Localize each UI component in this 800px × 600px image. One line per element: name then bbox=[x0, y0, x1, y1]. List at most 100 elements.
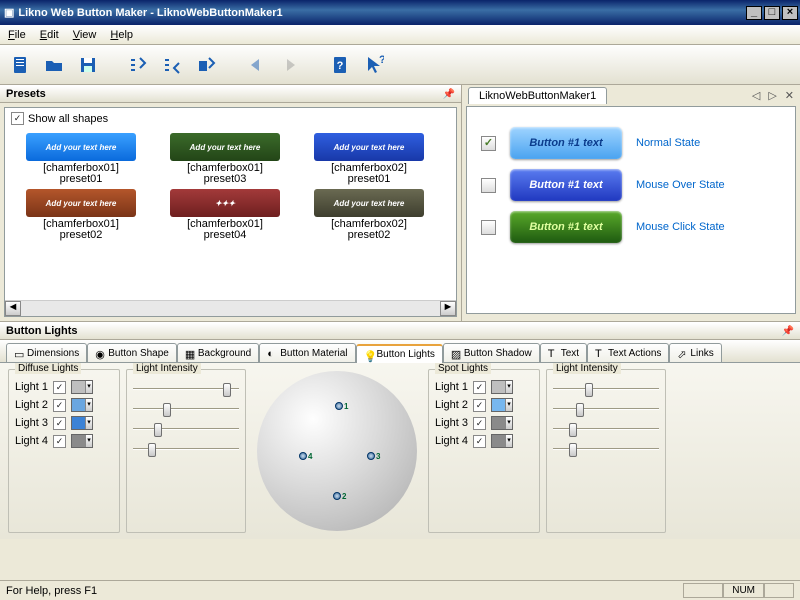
state-checkbox[interactable] bbox=[481, 220, 496, 235]
prev-doc-icon[interactable]: ◁ bbox=[752, 89, 760, 102]
back-icon[interactable] bbox=[242, 51, 270, 79]
state-preview-button[interactable]: Button #1 text bbox=[510, 211, 622, 243]
next-doc-icon[interactable]: ▷ bbox=[768, 89, 776, 102]
intensity-slider[interactable] bbox=[133, 382, 239, 396]
menu-help[interactable]: Help bbox=[110, 29, 133, 41]
light-checkbox[interactable] bbox=[53, 435, 66, 448]
new-icon[interactable] bbox=[6, 51, 34, 79]
preset-item[interactable]: Add your text here [chamferbox01]preset0… bbox=[11, 133, 151, 185]
maximize-button[interactable]: □ bbox=[764, 6, 780, 20]
intensity-slider[interactable] bbox=[553, 382, 659, 396]
state-row: Button #1 text Mouse Over State bbox=[481, 169, 781, 201]
light-marker-4[interactable]: 4 bbox=[299, 449, 315, 463]
dropdown-icon[interactable]: ▾ bbox=[85, 417, 92, 429]
intensity-slider[interactable] bbox=[133, 442, 239, 456]
state-preview-button[interactable]: Button #1 text bbox=[510, 169, 622, 201]
pin-icon[interactable]: 📌 bbox=[782, 326, 794, 337]
help-pointer-icon[interactable]: ? bbox=[360, 51, 388, 79]
preset-item[interactable]: Add your text here [chamferbox01]preset0… bbox=[155, 133, 295, 185]
open-icon[interactable] bbox=[40, 51, 68, 79]
light-row: Light 4 ▾ bbox=[435, 434, 533, 448]
light-color-swatch[interactable]: ▾ bbox=[71, 398, 93, 412]
tab-links[interactable]: ⬀Links bbox=[669, 343, 721, 362]
minimize-button[interactable]: _ bbox=[746, 6, 762, 20]
close-button[interactable]: × bbox=[782, 6, 798, 20]
tab-button-material[interactable]: ◐Button Material bbox=[259, 343, 355, 362]
scroll-left-icon[interactable]: ◄ bbox=[5, 301, 21, 316]
tab-icon: ▨ bbox=[451, 348, 461, 358]
status-help: For Help, press F1 bbox=[6, 585, 97, 597]
dropdown-icon[interactable]: ▾ bbox=[505, 381, 512, 393]
light-marker-3[interactable]: 3 bbox=[367, 449, 383, 463]
state-checkbox[interactable] bbox=[481, 136, 496, 151]
intensity-slider[interactable] bbox=[553, 422, 659, 436]
light-row: Light 3 ▾ bbox=[15, 416, 113, 430]
state-preview-button[interactable]: Button #1 text bbox=[510, 127, 622, 159]
dropdown-icon[interactable]: ▾ bbox=[85, 381, 92, 393]
intensity-slider[interactable] bbox=[553, 402, 659, 416]
light-checkbox[interactable] bbox=[473, 399, 486, 412]
light-sphere[interactable]: 1 4 3 2 bbox=[257, 371, 417, 531]
help-doc-icon[interactable]: ? bbox=[326, 51, 354, 79]
tool-icon-1[interactable] bbox=[124, 51, 152, 79]
forward-icon[interactable] bbox=[276, 51, 304, 79]
light-marker-2[interactable]: 2 bbox=[333, 489, 349, 503]
dropdown-icon[interactable]: ▾ bbox=[505, 399, 512, 411]
light-checkbox[interactable] bbox=[473, 381, 486, 394]
tab-button-shadow[interactable]: ▨Button Shadow bbox=[443, 343, 540, 362]
light-marker-1[interactable]: 1 bbox=[335, 399, 351, 413]
light-label: Light 2 bbox=[435, 399, 468, 411]
light-color-swatch[interactable]: ▾ bbox=[71, 434, 93, 448]
dropdown-icon[interactable]: ▾ bbox=[85, 399, 92, 411]
tab-icon: ◉ bbox=[95, 348, 105, 358]
dropdown-icon[interactable]: ▾ bbox=[85, 435, 92, 447]
preset-thumb: Add your text here bbox=[170, 133, 280, 161]
preset-item[interactable]: Add your text here [chamferbox02]preset0… bbox=[299, 189, 439, 241]
intensity-slider[interactable] bbox=[133, 422, 239, 436]
preview-tab[interactable]: LiknoWebButtonMaker1 bbox=[468, 87, 607, 104]
show-all-checkbox[interactable] bbox=[11, 112, 24, 125]
light-color-swatch[interactable]: ▾ bbox=[491, 398, 513, 412]
preset-item[interactable]: Add your text here [chamferbox02]preset0… bbox=[299, 133, 439, 185]
presets-scrollbar[interactable]: ◄ ► bbox=[5, 300, 456, 316]
light-color-swatch[interactable]: ▾ bbox=[71, 380, 93, 394]
tab-icon: ▦ bbox=[185, 348, 195, 358]
menu-edit[interactable]: Edit bbox=[40, 29, 59, 41]
menu-view[interactable]: View bbox=[73, 29, 97, 41]
tab-button-shape[interactable]: ◉Button Shape bbox=[87, 343, 177, 362]
state-checkbox[interactable] bbox=[481, 178, 496, 193]
intensity-slider[interactable] bbox=[133, 402, 239, 416]
tool-icon-3[interactable] bbox=[192, 51, 220, 79]
tool-icon-2[interactable] bbox=[158, 51, 186, 79]
save-icon[interactable] bbox=[74, 51, 102, 79]
spot-group-title: Spot Lights bbox=[435, 363, 491, 374]
close-doc-icon[interactable]: ✕ bbox=[785, 89, 794, 102]
preset-item[interactable]: ✦✦✦ [chamferbox01]preset04 bbox=[155, 189, 295, 241]
light-checkbox[interactable] bbox=[53, 381, 66, 394]
dropdown-icon[interactable]: ▾ bbox=[505, 435, 512, 447]
tab-button-lights[interactable]: 💡Button Lights bbox=[356, 344, 443, 363]
menu-bar: File Edit View Help bbox=[0, 25, 800, 45]
pin-icon[interactable]: 📌 bbox=[443, 89, 455, 100]
intensity-slider[interactable] bbox=[553, 442, 659, 456]
preset-thumb: Add your text here bbox=[314, 189, 424, 217]
light-checkbox[interactable] bbox=[473, 417, 486, 430]
light-color-swatch[interactable]: ▾ bbox=[491, 416, 513, 430]
tab-text[interactable]: TText bbox=[540, 343, 587, 362]
light-color-swatch[interactable]: ▾ bbox=[491, 380, 513, 394]
light-checkbox[interactable] bbox=[53, 399, 66, 412]
tab-text-actions[interactable]: TText Actions bbox=[587, 343, 669, 362]
light-color-swatch[interactable]: ▾ bbox=[71, 416, 93, 430]
light-checkbox[interactable] bbox=[473, 435, 486, 448]
scroll-right-icon[interactable]: ► bbox=[440, 301, 456, 316]
light-row: Light 3 ▾ bbox=[435, 416, 533, 430]
light-color-swatch[interactable]: ▾ bbox=[491, 434, 513, 448]
preset-item[interactable]: Add your text here [chamferbox01]preset0… bbox=[11, 189, 151, 241]
tab-dimensions[interactable]: ▭Dimensions bbox=[6, 343, 87, 362]
light-checkbox[interactable] bbox=[53, 417, 66, 430]
tab-background[interactable]: ▦Background bbox=[177, 343, 259, 362]
menu-file[interactable]: File bbox=[8, 29, 26, 41]
tab-icon: T bbox=[595, 348, 605, 358]
dropdown-icon[interactable]: ▾ bbox=[505, 417, 512, 429]
toolbar: ? ? bbox=[0, 45, 800, 85]
